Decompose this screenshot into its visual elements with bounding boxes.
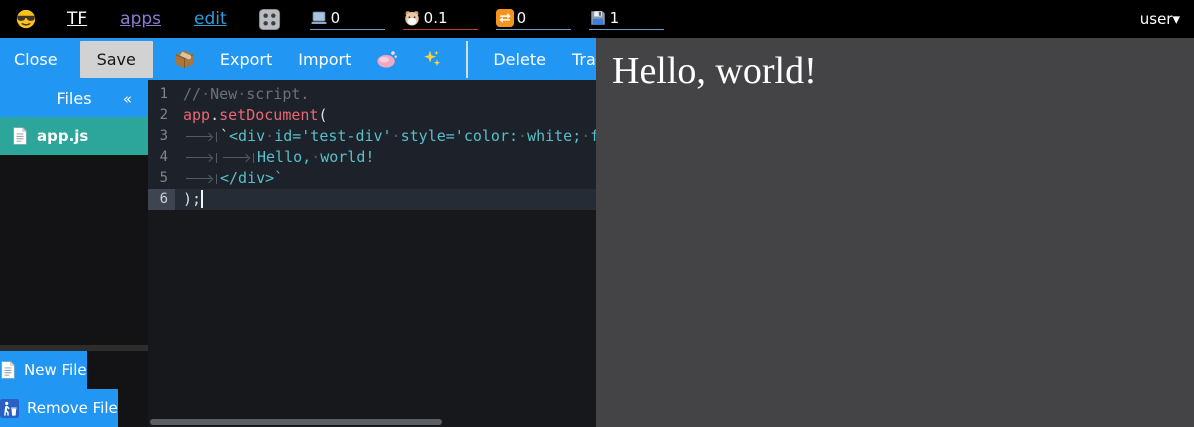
hamster-stat[interactable]: 0.1 bbox=[403, 9, 478, 30]
close-button-label: Close bbox=[14, 50, 58, 69]
floppy-stat-value: 1 bbox=[610, 9, 620, 27]
line-number[interactable]: 5 bbox=[148, 168, 175, 189]
sparkles-button[interactable] bbox=[410, 49, 454, 69]
tab-whitespace-indicator bbox=[183, 126, 220, 147]
save-button[interactable]: Save bbox=[80, 41, 153, 78]
edit-link[interactable]: edit bbox=[194, 9, 227, 29]
code-line-1[interactable]: 1//·New·script. bbox=[148, 84, 596, 105]
line-number[interactable]: 4 bbox=[148, 147, 175, 168]
apps-link[interactable]: apps bbox=[120, 9, 161, 29]
code-line-3[interactable]: 3`<div·id='test-div'·style='color:·white… bbox=[148, 126, 596, 147]
ide-body: Files « app.js New File Remove File 1//·N… bbox=[0, 80, 596, 427]
line-number[interactable]: 3 bbox=[148, 126, 175, 147]
ide-pane: CloseSaveExportImportDeleteTrace Files «… bbox=[0, 38, 596, 427]
remove-file-button[interactable]: Remove File bbox=[0, 389, 118, 427]
laptop-stat-value: 0 bbox=[331, 9, 341, 27]
import-button[interactable]: Import bbox=[285, 50, 364, 69]
remove-file-icon bbox=[0, 399, 19, 418]
file-row-app.js[interactable]: app.js bbox=[0, 117, 148, 155]
export-button-label: Export bbox=[220, 50, 272, 69]
delete-button[interactable]: Delete bbox=[480, 50, 559, 69]
floppy-stat[interactable]: 1 bbox=[589, 9, 664, 30]
repeat-stat[interactable]: 0 bbox=[496, 9, 571, 30]
tab-whitespace-indicator bbox=[183, 168, 220, 189]
topbar-stats: 0 0.1 0 1 bbox=[310, 9, 664, 30]
file-list-empty-space bbox=[0, 155, 148, 345]
preview-heading: Hello, world! bbox=[612, 49, 1194, 93]
caret-down-icon: ▾ bbox=[1172, 10, 1180, 28]
package-icon bbox=[174, 49, 195, 70]
document-icon bbox=[12, 127, 28, 145]
save-button-label: Save bbox=[97, 50, 136, 69]
user-menu[interactable]: user▾ bbox=[1140, 10, 1180, 28]
repeat-stat-value: 0 bbox=[517, 9, 527, 27]
file-label: app.js bbox=[37, 127, 88, 145]
line-number[interactable]: 6 bbox=[148, 189, 175, 210]
line-content[interactable]: `<div·id='test-div'·style='color:·white;… bbox=[175, 126, 596, 147]
tab-whitespace-indicator bbox=[183, 147, 220, 168]
new-file-button[interactable]: New File bbox=[0, 351, 87, 389]
hamster-icon bbox=[403, 9, 421, 27]
repeat-icon bbox=[496, 9, 514, 27]
remove-file-button-label: Remove File bbox=[27, 399, 118, 417]
new-file-button-label: New File bbox=[24, 361, 87, 379]
line-number[interactable]: 2 bbox=[148, 105, 175, 126]
dice-icon[interactable] bbox=[258, 8, 281, 31]
file-list: app.js bbox=[0, 117, 148, 155]
delete-button-label: Delete bbox=[493, 50, 546, 69]
line-number[interactable]: 1 bbox=[148, 84, 175, 105]
tab-whitespace-indicator bbox=[220, 147, 257, 168]
editor-horizontal-scrollbar[interactable] bbox=[150, 419, 442, 425]
floppy-icon bbox=[589, 9, 607, 27]
code-line-4[interactable]: 4Hello,·world! bbox=[148, 147, 596, 168]
blank-button[interactable] bbox=[466, 41, 468, 78]
collapse-sidebar-button[interactable]: « bbox=[123, 90, 132, 108]
line-content[interactable]: //·New·script. bbox=[175, 84, 596, 105]
preview-pane: Hello, world! bbox=[596, 38, 1194, 427]
line-content[interactable]: app.setDocument( bbox=[175, 105, 596, 126]
export-button[interactable]: Export bbox=[207, 50, 285, 69]
hamster-stat-value: 0.1 bbox=[424, 9, 448, 27]
soap-icon bbox=[376, 48, 398, 70]
laptop-icon bbox=[310, 9, 328, 27]
close-button[interactable]: Close bbox=[1, 50, 71, 69]
file-actions: New File Remove File bbox=[0, 351, 148, 427]
line-content[interactable]: ); bbox=[175, 189, 596, 210]
user-menu-label: user bbox=[1140, 10, 1173, 28]
files-title: Files bbox=[56, 89, 91, 108]
top-status-bar: TF apps edit 0 0.1 0 1 user▾ bbox=[0, 0, 1194, 38]
import-button-label: Import bbox=[298, 50, 351, 69]
soap-button[interactable] bbox=[364, 48, 410, 70]
editor-toolbar: CloseSaveExportImportDeleteTrace bbox=[0, 38, 596, 80]
brand-link[interactable]: TF bbox=[67, 9, 87, 29]
code-lines: 1//·New·script.2app.setDocument(3`<div·i… bbox=[148, 80, 596, 210]
main-area: CloseSaveExportImportDeleteTrace Files «… bbox=[0, 38, 1194, 427]
text-cursor bbox=[201, 190, 203, 208]
code-editor[interactable]: 1//·New·script.2app.setDocument(3`<div·i… bbox=[148, 80, 596, 427]
new-file-icon bbox=[0, 361, 16, 379]
line-content[interactable]: Hello,·world! bbox=[175, 147, 596, 168]
code-line-2[interactable]: 2app.setDocument( bbox=[148, 105, 596, 126]
code-line-5[interactable]: 5</div>` bbox=[148, 168, 596, 189]
code-line-6[interactable]: 6); bbox=[148, 189, 596, 210]
line-content[interactable]: </div>` bbox=[175, 168, 596, 189]
files-header: Files « bbox=[0, 80, 148, 117]
laptop-stat[interactable]: 0 bbox=[310, 9, 385, 30]
sunglasses-face-icon bbox=[15, 8, 37, 30]
files-sidebar: Files « app.js New File Remove File bbox=[0, 80, 148, 427]
sparkles-icon bbox=[422, 49, 442, 69]
package-button[interactable] bbox=[162, 49, 207, 70]
